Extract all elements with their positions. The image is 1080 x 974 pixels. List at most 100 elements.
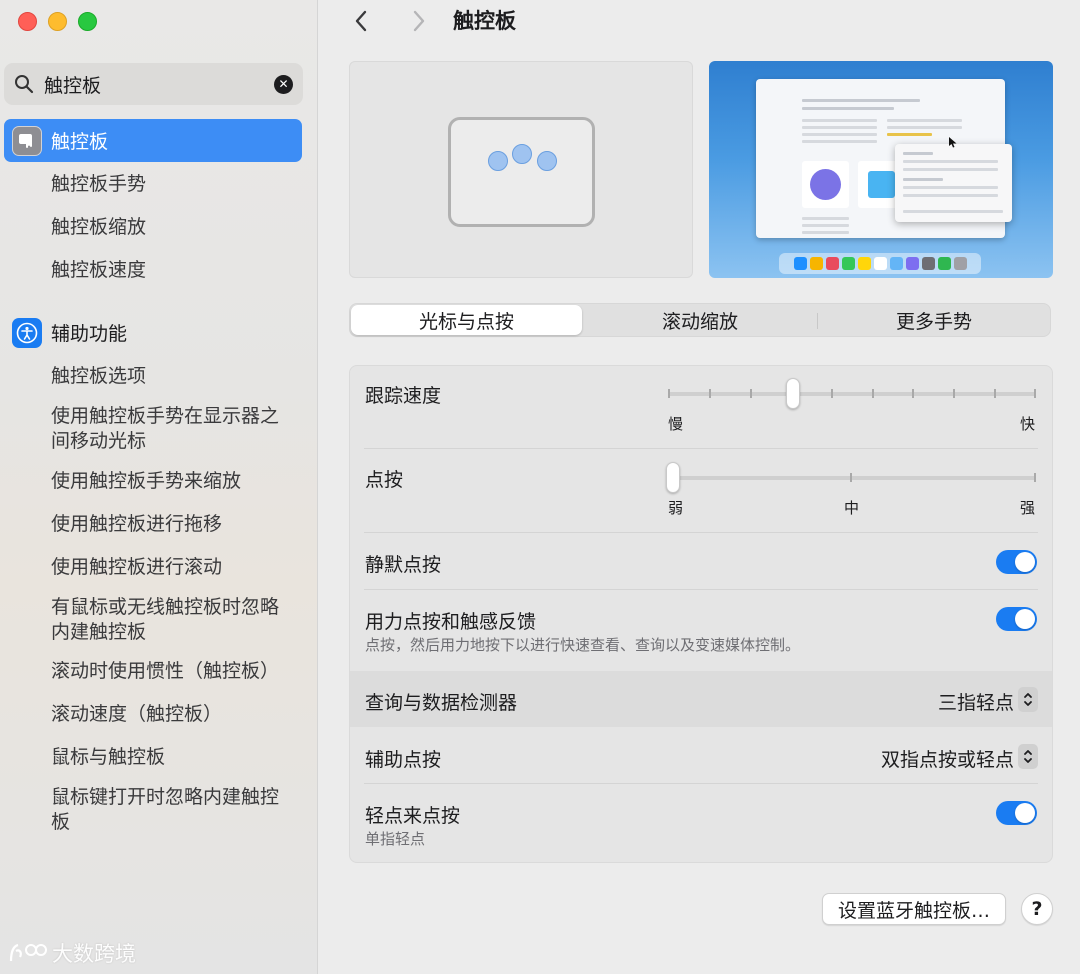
sidebar-subitem-drag[interactable]: 使用触控板进行拖移: [51, 512, 291, 537]
minimize-window-button[interactable]: [48, 12, 67, 31]
window-controls: [18, 12, 97, 31]
trackpad-shape: [448, 117, 595, 227]
slider-label-light: 弱: [668, 499, 684, 517]
tab-scroll-and-zoom[interactable]: 滚动缩放: [584, 304, 816, 336]
zoom-window-button[interactable]: [78, 12, 97, 31]
preview-dock: [779, 253, 981, 274]
tab-point-and-click[interactable]: 光标与点按: [351, 305, 582, 335]
preview-line: [802, 126, 877, 129]
sidebar-subitem-mouse-keys-ignore[interactable]: 鼠标键打开时忽略内建触控板: [51, 785, 291, 835]
preview-line: [903, 194, 998, 197]
sidebar-subitem-move-pointer-between-displays[interactable]: 使用触控板手势在显示器之间移动光标: [51, 404, 291, 454]
slider-tick: [750, 389, 752, 398]
sidebar-item-accessibility[interactable]: 辅助功能: [4, 311, 302, 354]
sidebar-subitem-trackpad-options[interactable]: 触控板选项: [51, 364, 291, 389]
slider-label-firm: 强: [1020, 499, 1036, 517]
tap-to-click-description: 单指轻点: [365, 830, 426, 848]
cursor-icon: [949, 137, 957, 148]
chevron-right-icon: [413, 10, 425, 32]
chevron-up-down-icon: [1024, 750, 1032, 763]
sidebar-subitem-trackpad-zoom[interactable]: 触控板缩放: [51, 215, 291, 240]
force-click-toggle[interactable]: [996, 607, 1037, 631]
preview-line: [802, 224, 849, 227]
preview-line: [802, 231, 849, 234]
preview-line: [802, 119, 877, 122]
preview-lookup-popup: [895, 144, 1012, 222]
sidebar-subitem-mouse-and-trackpad[interactable]: 鼠标与触控板: [51, 745, 291, 770]
watermark-logo-icon: [9, 943, 47, 962]
clear-search-icon[interactable]: ✕: [274, 74, 293, 94]
sidebar: 触控板 ✕ 触控板 触控板手势 触控板缩放 触控板速度 辅助功能 触控板选项 使…: [0, 0, 318, 974]
slider-tick: [1034, 473, 1036, 482]
preview-line: [903, 160, 998, 163]
slider-label-medium: 中: [844, 499, 860, 517]
slider-min-label: 慢: [668, 415, 684, 433]
lookup-label: 查询与数据检测器: [365, 692, 518, 714]
help-button[interactable]: ?: [1021, 893, 1053, 925]
preview-line: [887, 119, 962, 122]
slider-track: [668, 476, 1036, 480]
slider-tick: [1034, 389, 1036, 398]
chevron-up-down-icon: [1024, 693, 1032, 706]
setup-bluetooth-trackpad-button[interactable]: 设置蓝牙触控板…: [822, 893, 1006, 925]
trackpad-illustration: [349, 61, 693, 278]
preview-line: [802, 217, 849, 220]
tracking-speed-label: 跟踪速度: [365, 385, 442, 407]
force-click-description: 点按，然后用力地按下以进行快速查看、查询以及变速媒体控制。: [365, 636, 801, 654]
slider-tick: [831, 389, 833, 398]
row-divider: [364, 532, 1038, 533]
sidebar-subitem-trackpad-gestures[interactable]: 触控板手势: [51, 172, 291, 197]
main-content: 触控板 光标与点按 滚动缩放 更多手势 跟踪速度 慢 快 点按 弱 中 强 静默…: [319, 0, 1080, 974]
preview-line: [802, 99, 920, 102]
navigation-arrows: [347, 6, 433, 36]
tab-bar: 光标与点按 滚动缩放 更多手势: [349, 303, 1051, 337]
slider-tick: [994, 389, 996, 398]
secondary-click-popup-value[interactable]: 双指点按或轻点: [881, 745, 1014, 772]
chevron-left-icon: [355, 10, 367, 32]
sidebar-item-label: 辅助功能: [51, 323, 128, 345]
finger-dot: [512, 144, 532, 164]
sidebar-subitem-scroll[interactable]: 使用触控板进行滚动: [51, 555, 291, 580]
secondary-click-popup-button[interactable]: [1018, 744, 1038, 769]
click-pressure-thumb[interactable]: [666, 462, 680, 493]
preview-card: [802, 161, 849, 208]
preview-line: [802, 140, 877, 143]
click-pressure-label: 点按: [365, 469, 404, 491]
slider-tick: [912, 389, 914, 398]
slider-tick: [668, 389, 670, 398]
sidebar-subitem-scroll-inertia[interactable]: 滚动时使用惯性（触控板）: [51, 659, 291, 684]
accessibility-icon: [12, 317, 42, 348]
settings-panel: 跟踪速度 慢 快 点按 弱 中 强 静默点按 用力点按和触感反馈 点按，然后用力…: [349, 365, 1053, 863]
row-divider: [364, 589, 1038, 590]
sidebar-subitem-trackpad-speed[interactable]: 触控板速度: [51, 258, 291, 283]
preview-line: [887, 126, 962, 129]
search-field[interactable]: 触控板 ✕: [4, 63, 303, 105]
lookup-popup-button[interactable]: [1018, 687, 1038, 712]
sidebar-subitem-ignore-builtin-trackpad[interactable]: 有鼠标或无线触控板时忽略内建触控板: [51, 595, 291, 645]
lookup-popup-value[interactable]: 三指轻点: [938, 688, 1014, 715]
sidebar-subitem-gesture-zoom[interactable]: 使用触控板手势来缩放: [51, 469, 291, 494]
back-button[interactable]: [347, 6, 375, 36]
sidebar-item-trackpad[interactable]: 触控板: [4, 119, 302, 162]
preview-line: [903, 152, 933, 155]
preview-line: [903, 178, 943, 181]
forward-button[interactable]: [405, 6, 433, 36]
watermark-text: 大数跨境: [52, 942, 136, 966]
silent-click-label: 静默点按: [365, 554, 442, 576]
sidebar-item-label: 触控板: [51, 131, 109, 153]
tap-to-click-label: 轻点来点按: [365, 805, 461, 827]
tap-to-click-toggle[interactable]: [996, 801, 1037, 825]
preview-line: [903, 168, 998, 171]
slider-tick: [872, 389, 874, 398]
tab-more-gestures[interactable]: 更多手势: [818, 304, 1050, 336]
close-window-button[interactable]: [18, 12, 37, 31]
force-click-label: 用力点按和触感反馈: [365, 611, 537, 633]
preview-line: [802, 107, 894, 110]
search-input[interactable]: 触控板: [44, 71, 274, 98]
gesture-preview-image: [709, 61, 1053, 278]
sidebar-subitem-scroll-speed[interactable]: 滚动速度（触控板）: [51, 702, 291, 727]
search-icon: [15, 75, 34, 94]
finger-dot: [488, 151, 508, 171]
silent-click-toggle[interactable]: [996, 550, 1037, 574]
tracking-speed-thumb[interactable]: [786, 378, 800, 409]
